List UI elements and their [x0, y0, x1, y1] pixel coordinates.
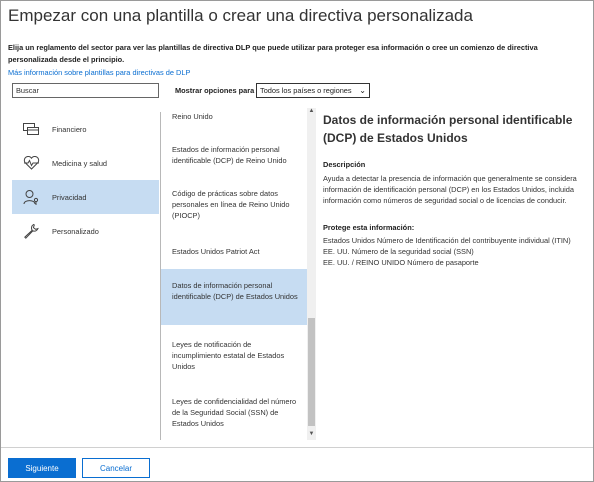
template-item[interactable]: Leyes de notificación de incumplimiento … [161, 334, 307, 374]
category-item-personalizado[interactable]: Personalizado [12, 214, 159, 248]
country-select[interactable]: Todos los países o regiones ⌄ [256, 83, 370, 98]
protects-item: Estados Unidos Número de Identificación … [323, 236, 571, 245]
footer-divider [1, 447, 593, 448]
category-label: Privacidad [52, 192, 87, 202]
scroll-up-icon[interactable]: ▲ [307, 108, 316, 117]
category-label: Medicina y salud [52, 158, 108, 168]
country-select-value: Todos los países o regiones [260, 86, 352, 95]
category-item-privacidad[interactable]: Privacidad [12, 180, 159, 214]
template-detail: Datos de información personal identifica… [323, 111, 585, 268]
protects-item: EE. UU. / REINO UNIDO Número de pasaport… [323, 258, 479, 267]
protects-list: Estados Unidos Número de Identificación … [323, 235, 585, 268]
intro-text: Elija un reglamento del sector para ver … [8, 43, 538, 64]
chevron-down-icon: ⌄ [359, 86, 366, 95]
dialog-title: Empezar con una plantilla o crear una di… [8, 6, 473, 25]
detail-title: Datos de información personal identifica… [323, 113, 573, 145]
heart-pulse-icon [22, 154, 40, 172]
description-heading: Descripción [323, 160, 366, 169]
protects-heading: Protege esta información: [323, 223, 415, 232]
category-item-medicina[interactable]: Medicina y salud [12, 146, 159, 180]
description-text: Ayuda a detectar la presencia de informa… [323, 174, 577, 205]
category-label: Personalizado [52, 226, 99, 236]
category-list: Financiero Medicina y salud Privacidad P… [12, 112, 159, 248]
template-item-selected[interactable]: Datos de información personal identifica… [161, 269, 307, 325]
search-input[interactable] [12, 83, 159, 98]
template-item[interactable]: Estados Unidos Patriot Act [161, 241, 307, 263]
category-item-financiero[interactable]: Financiero [12, 112, 159, 146]
more-info-link[interactable]: Más información sobre plantillas para di… [8, 68, 190, 77]
template-item[interactable]: Código de prácticas sobre datos personal… [161, 183, 307, 231]
scroll-down-icon[interactable]: ▼ [307, 431, 316, 440]
category-label: Financiero [52, 124, 87, 134]
person-key-icon [22, 188, 40, 206]
template-item[interactable]: Estados de información personal identifi… [161, 139, 307, 179]
protects-item: EE. UU. Número de la seguridad social (S… [323, 247, 474, 256]
template-list: Reino Unido Estados de información perso… [161, 108, 307, 440]
cancel-button[interactable]: Cancelar [82, 458, 150, 478]
filter-label: Mostrar opciones para [175, 86, 255, 95]
scrollbar-thumb[interactable] [308, 318, 315, 426]
card-icon [22, 120, 40, 138]
template-item[interactable]: Leyes de confidencialidad del número de … [161, 391, 307, 431]
next-button[interactable]: Siguiente [8, 458, 76, 478]
wrench-icon [22, 222, 40, 240]
template-item[interactable]: Reino Unido [161, 108, 307, 124]
